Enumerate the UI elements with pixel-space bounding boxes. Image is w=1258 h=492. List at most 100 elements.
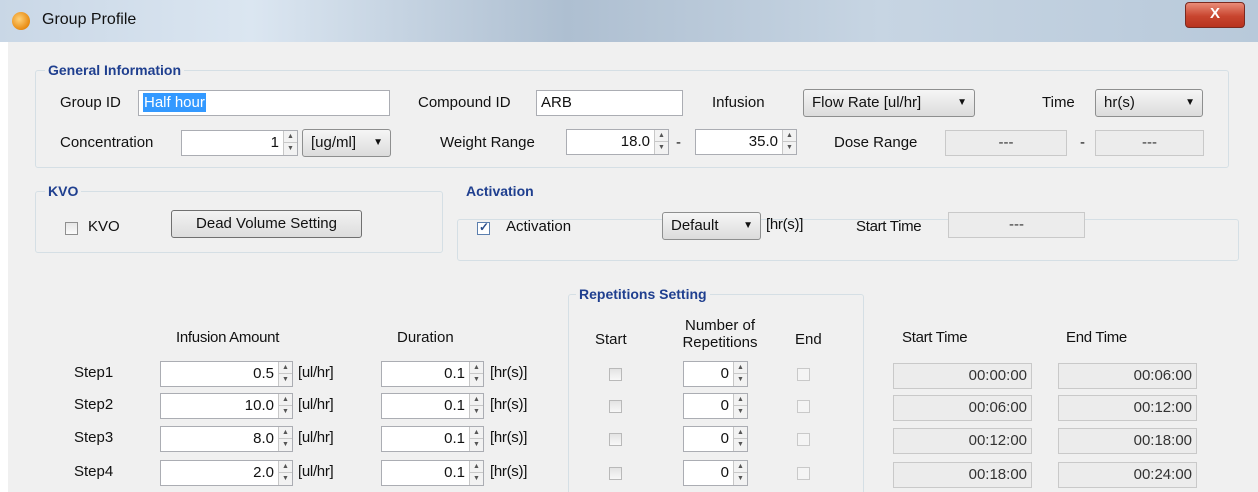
infusion-amount-input[interactable]: 0.5 ▲ ▼ [160, 361, 293, 387]
infusion-amount-input[interactable]: 10.0 ▲ ▼ [160, 393, 293, 419]
amount-unit-label: [ul/hr] [298, 364, 334, 381]
time-label: Time [1042, 94, 1075, 111]
repetition-start-checkbox[interactable] [609, 368, 622, 381]
duration-spinner[interactable]: ▲ ▼ [469, 427, 483, 451]
spin-down-icon[interactable]: ▼ [279, 473, 292, 485]
dead-volume-setting-button[interactable]: Dead Volume Setting [171, 210, 362, 238]
spin-down-icon[interactable]: ▼ [734, 473, 747, 485]
duration-header: Duration [397, 329, 454, 346]
number-of-repetitions-input[interactable]: 0 ▲ ▼ [683, 426, 748, 452]
step-row: Step4 2.0 ▲ ▼ [ul/hr] 0.1 ▲ ▼ [hr(s)] 0 ▲ ▼ 00… [8, 459, 1258, 489]
concentration-input[interactable]: 1 ▲ ▼ [181, 130, 298, 156]
repetitions-setting-title: Repetitions Setting [576, 286, 710, 302]
spin-up-icon[interactable]: ▲ [284, 131, 297, 143]
spin-down-icon[interactable]: ▼ [470, 473, 483, 485]
repetition-start-checkbox[interactable] [609, 400, 622, 413]
activation-mode-value: Default [671, 217, 719, 234]
end-header: End [795, 331, 822, 348]
number-of-repetitions-input[interactable]: 0 ▲ ▼ [683, 393, 748, 419]
group-id-input[interactable]: Half hour [138, 90, 390, 116]
spin-up-icon[interactable]: ▲ [470, 427, 483, 439]
amount-spinner[interactable]: ▲ ▼ [278, 461, 292, 485]
spin-down-icon[interactable]: ▼ [734, 406, 747, 418]
spin-up-icon[interactable]: ▲ [734, 394, 747, 406]
spin-down-icon[interactable]: ▼ [279, 374, 292, 386]
step-row: Step3 8.0 ▲ ▼ [ul/hr] 0.1 ▲ ▼ [hr(s)] 0 ▲ ▼ 00… [8, 425, 1258, 455]
time-dropdown-value: hr(s) [1104, 94, 1135, 111]
concentration-unit-dropdown[interactable]: [ug/ml] ▼ [302, 129, 391, 157]
title-bar[interactable]: Group Profile X [0, 0, 1258, 42]
duration-input[interactable]: 0.1 ▲ ▼ [381, 361, 484, 387]
number-of-repetitions-header: Number of Repetitions [682, 317, 758, 351]
spin-down-icon[interactable]: ▼ [734, 439, 747, 451]
spin-down-icon[interactable]: ▼ [279, 406, 292, 418]
spin-up-icon[interactable]: ▲ [734, 461, 747, 473]
duration-input[interactable]: 0.1 ▲ ▼ [381, 426, 484, 452]
activation-group [457, 219, 1239, 261]
spin-up-icon[interactable]: ▲ [279, 394, 292, 406]
spin-up-icon[interactable]: ▲ [279, 362, 292, 374]
duration-spinner[interactable]: ▲ ▼ [469, 394, 483, 418]
dose-range-max-field: --- [1095, 130, 1204, 156]
spin-down-icon[interactable]: ▼ [655, 142, 668, 154]
spin-down-icon[interactable]: ▼ [470, 439, 483, 451]
client-area: General Information Group ID Half hour C… [8, 42, 1258, 492]
spin-down-icon[interactable]: ▼ [783, 142, 796, 154]
spin-up-icon[interactable]: ▲ [470, 461, 483, 473]
spin-down-icon[interactable]: ▼ [279, 439, 292, 451]
chevron-down-icon: ▼ [957, 97, 967, 108]
amount-spinner[interactable]: ▲ ▼ [278, 427, 292, 451]
repetitions-spinner[interactable]: ▲ ▼ [733, 394, 747, 418]
duration-spinner[interactable]: ▲ ▼ [469, 461, 483, 485]
activation-start-time-label: Start Time [856, 218, 922, 235]
repetition-start-checkbox[interactable] [609, 467, 622, 480]
kvo-checkbox[interactable] [65, 222, 78, 235]
spin-down-icon[interactable]: ▼ [284, 143, 297, 155]
duration-unit-label: [hr(s)] [490, 429, 528, 446]
infusion-amount-header: Infusion Amount [176, 329, 280, 346]
spin-up-icon[interactable]: ▲ [734, 362, 747, 374]
time-dropdown[interactable]: hr(s) ▼ [1095, 89, 1203, 117]
repetitions-spinner[interactable]: ▲ ▼ [733, 427, 747, 451]
repetitions-spinner[interactable]: ▲ ▼ [733, 461, 747, 485]
activation-mode-dropdown[interactable]: Default ▼ [662, 212, 761, 240]
repetitions-spinner[interactable]: ▲ ▼ [733, 362, 747, 386]
step-name: Step3 [74, 429, 114, 446]
general-information-title: General Information [45, 62, 185, 78]
number-of-repetitions-input[interactable]: 0 ▲ ▼ [683, 361, 748, 387]
activation-checkbox-label: Activation [506, 218, 572, 235]
number-of-repetitions-input[interactable]: 0 ▲ ▼ [683, 460, 748, 486]
amount-spinner[interactable]: ▲ ▼ [278, 362, 292, 386]
weight-max-spinner[interactable]: ▲ ▼ [782, 130, 796, 154]
spin-up-icon[interactable]: ▲ [279, 461, 292, 473]
spin-down-icon[interactable]: ▼ [470, 406, 483, 418]
duration-spinner[interactable]: ▲ ▼ [469, 362, 483, 386]
compound-id-input[interactable]: ARB [536, 90, 683, 116]
spin-up-icon[interactable]: ▲ [470, 394, 483, 406]
repetition-end-checkbox [797, 433, 810, 446]
start-header: Start [595, 331, 627, 348]
activation-checkbox[interactable] [477, 220, 490, 235]
duration-unit-label: [hr(s)] [490, 396, 528, 413]
infusion-amount-input[interactable]: 2.0 ▲ ▼ [160, 460, 293, 486]
spin-up-icon[interactable]: ▲ [470, 362, 483, 374]
infusion-dropdown[interactable]: Flow Rate [ul/hr] ▼ [803, 89, 975, 117]
duration-input[interactable]: 0.1 ▲ ▼ [381, 460, 484, 486]
weight-range-max-input[interactable]: 35.0 ▲ ▼ [695, 129, 797, 155]
spin-down-icon[interactable]: ▼ [734, 374, 747, 386]
spin-up-icon[interactable]: ▲ [783, 130, 796, 142]
duration-input[interactable]: 0.1 ▲ ▼ [381, 393, 484, 419]
weight-range-min-input[interactable]: 18.0 ▲ ▼ [566, 129, 669, 155]
close-button[interactable]: X [1185, 2, 1245, 28]
infusion-amount-input[interactable]: 8.0 ▲ ▼ [160, 426, 293, 452]
amount-spinner[interactable]: ▲ ▼ [278, 394, 292, 418]
spin-down-icon[interactable]: ▼ [470, 374, 483, 386]
concentration-spinner[interactable]: ▲ ▼ [283, 131, 297, 155]
step-row: Step1 0.5 ▲ ▼ [ul/hr] 0.1 ▲ ▼ [hr(s)] 0 ▲ ▼ 00… [8, 360, 1258, 390]
spin-up-icon[interactable]: ▲ [279, 427, 292, 439]
weight-min-spinner[interactable]: ▲ ▼ [654, 130, 668, 154]
step-name: Step4 [74, 463, 114, 480]
spin-up-icon[interactable]: ▲ [734, 427, 747, 439]
repetition-start-checkbox[interactable] [609, 433, 622, 446]
spin-up-icon[interactable]: ▲ [655, 130, 668, 142]
